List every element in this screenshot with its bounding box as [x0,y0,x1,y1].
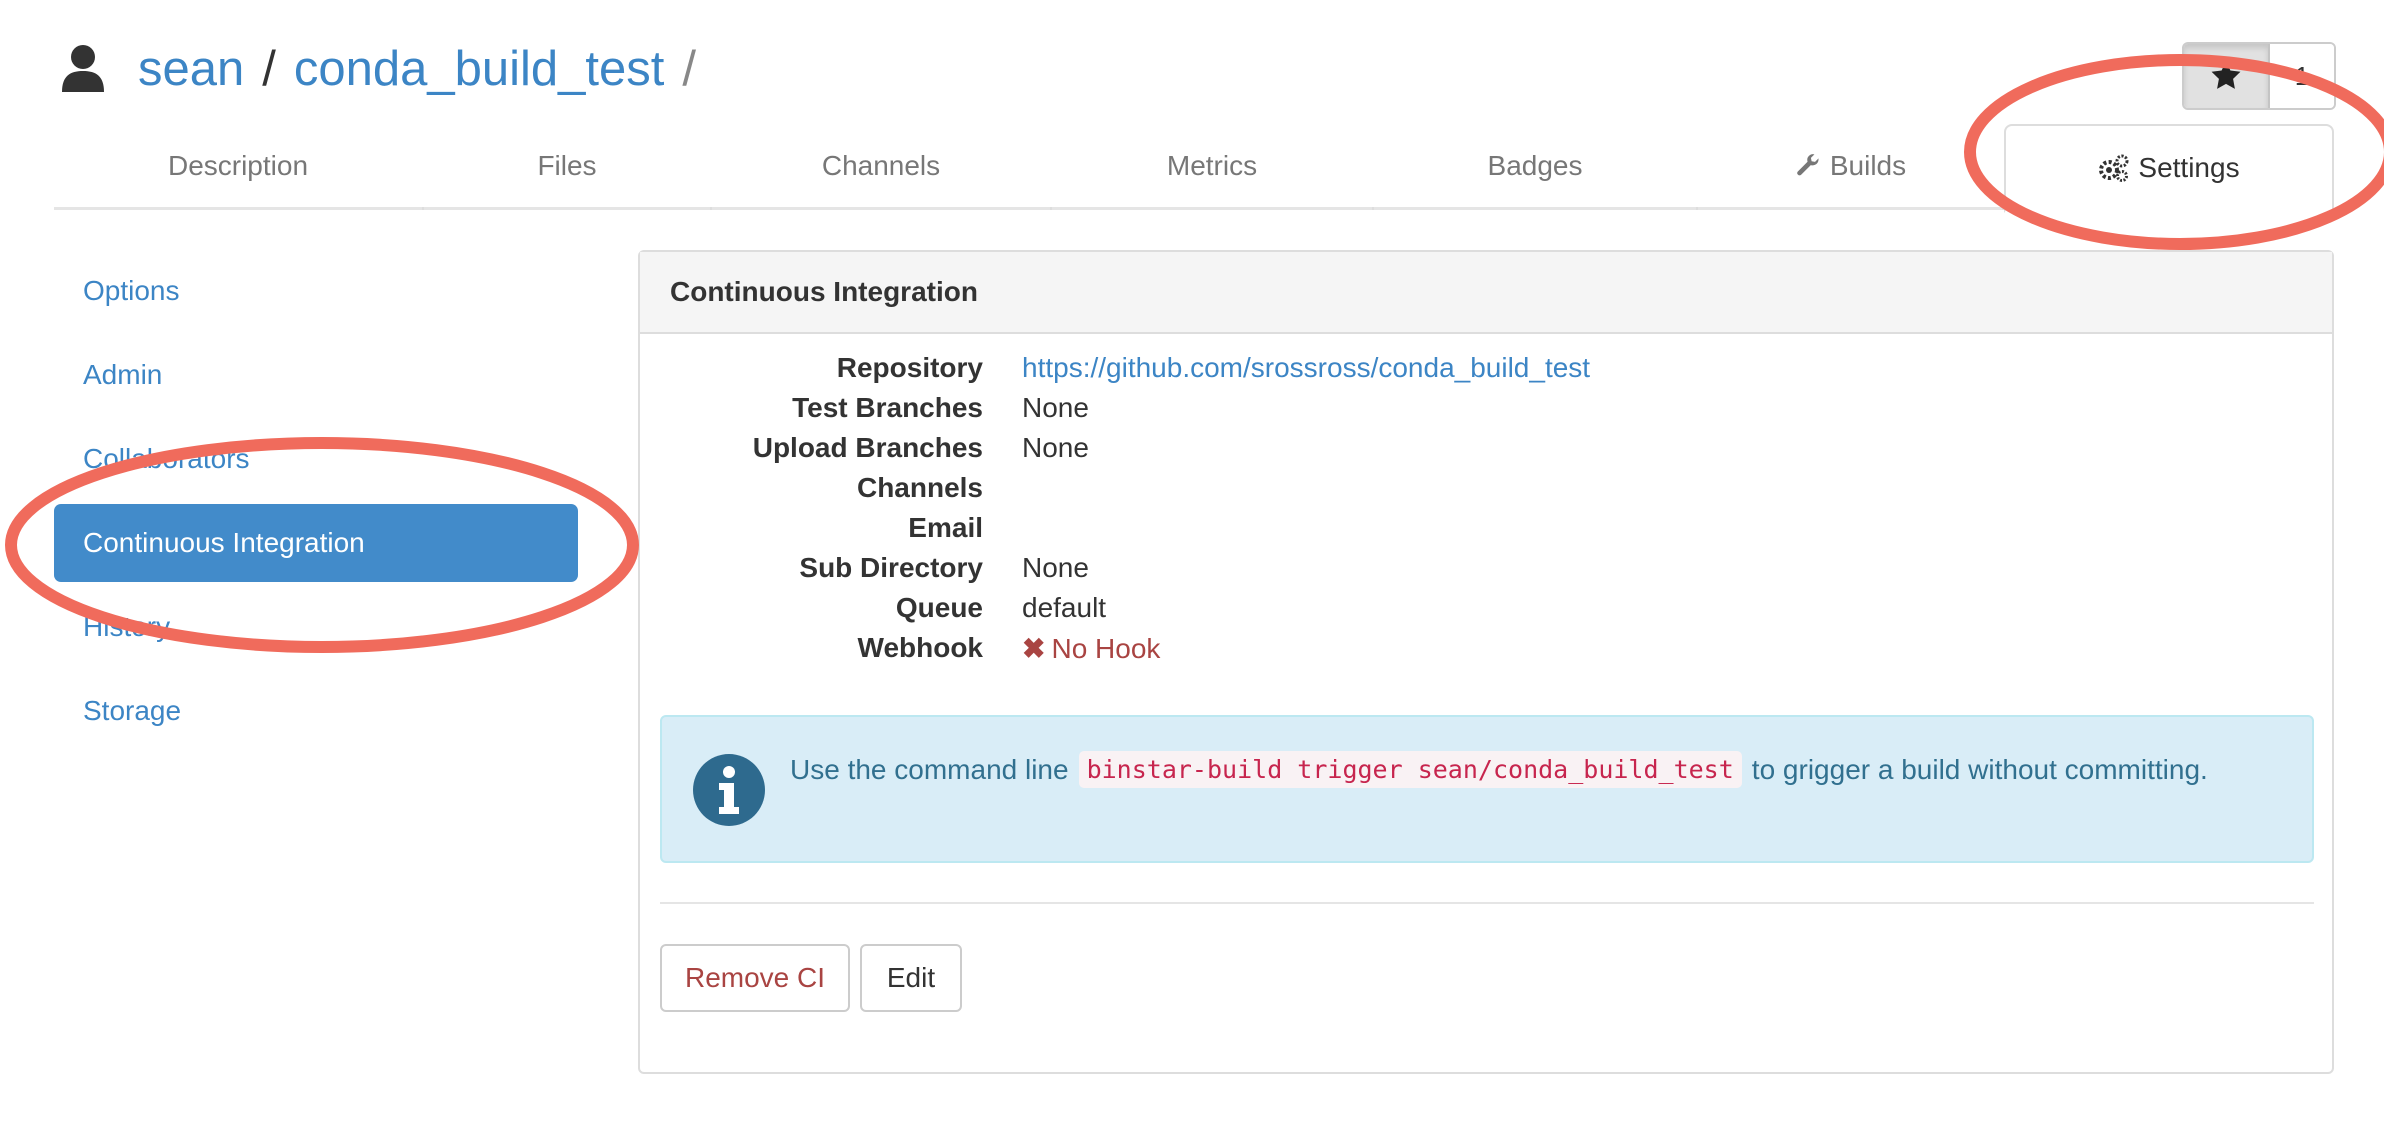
star-icon [2211,61,2241,89]
breadcrumb-trailing-separator: / [682,42,697,96]
property-value: None [1022,392,1089,423]
property-value: default [1022,592,1107,623]
sidebar-item-admin[interactable]: Admin [54,336,578,414]
sidebar-item-label: Collaborators [83,443,250,474]
sidebar-item-history[interactable]: History [54,588,578,666]
tab-settings-label: Settings [2138,152,2240,183]
property-value: None [1022,432,1089,463]
repository-link[interactable]: https://github.com/srossross/conda_build… [1022,352,1590,384]
star-group: 1 [2182,42,2336,110]
tab-badges-label: Badges [1487,149,1583,181]
property-row: Repository https://github.com/srossross/… [640,352,2332,392]
sidebar-item-continuous-integration[interactable]: Continuous Integration [54,504,578,582]
edit-button[interactable]: Edit [860,944,962,1012]
property-row: Upload Branches None [640,432,2332,472]
ci-panel: Continuous Integration Repository https:… [638,250,2334,1074]
property-key: Channels [856,472,983,503]
gears-icon [2099,154,2129,182]
property-key: Webhook [857,632,983,663]
sidebar-item-label: Storage [83,695,182,726]
alert-suffix: to grigger a build without committing. [1751,753,2208,785]
property-key: Email [908,512,983,543]
tab-description[interactable]: Description [54,124,422,210]
breadcrumb: sean / conda_build_test / [60,34,696,104]
property-value: None [1022,552,1089,583]
tab-channels-label: Channels [821,149,941,181]
tab-metrics[interactable]: Metrics [1052,124,1372,210]
breadcrumb-user-link[interactable]: sean [138,41,244,97]
sidebar-item-storage[interactable]: Storage [54,672,578,750]
breadcrumb-separator: / [262,42,276,96]
alert-message: Use the command line binstar-build trigg… [790,751,2208,788]
sidebar-item-label: History [83,611,171,642]
sidebar-item-collaborators[interactable]: Collaborators [54,420,578,498]
tab-builds[interactable]: Builds [1698,124,2002,210]
sidebar-item-options[interactable]: Options [54,252,578,330]
info-icon [693,754,765,826]
trigger-command: binstar-build trigger sean/conda_build_t… [1078,751,1742,788]
tab-builds-label: Builds [1829,149,1907,181]
page: sean / conda_build_test / 1 Description … [0,0,2384,1134]
property-row: Email [640,512,2332,552]
tab-description-label: Description [167,149,309,181]
property-key: Repository [836,352,983,383]
sidebar-item-label: Continuous Integration [83,527,365,558]
x-icon: ✖ [1022,633,1046,664]
user-icon [62,45,104,92]
tab-channels[interactable]: Channels [712,124,1050,210]
tab-metrics-label: Metrics [1166,149,1258,181]
webhook-status: ✖ No Hook [1022,632,1160,665]
panel-title: Continuous Integration [640,252,2332,334]
property-row: Test Branches None [640,392,2332,432]
wrench-icon [1797,153,1819,175]
property-key: Sub Directory [799,552,983,583]
tab-files[interactable]: Files [424,124,710,210]
divider [660,902,2314,904]
star-count: 1 [2270,44,2334,108]
tab-files-label: Files [537,149,597,181]
webhook-status-label: No Hook [1051,633,1161,664]
alert-prefix: Use the command line [790,753,1069,785]
property-row: Sub Directory None [640,552,2332,592]
sidebar-item-label: Admin [83,359,163,390]
info-alert: Use the command line binstar-build trigg… [660,715,2314,863]
property-key: Upload Branches [752,432,983,463]
package-tabs: Description Files Channels Metrics Badge… [54,124,2334,213]
breadcrumb-repo-link[interactable]: conda_build_test [294,41,665,97]
property-key: Queue [895,592,983,623]
star-button[interactable] [2184,44,2270,108]
tab-settings[interactable]: Settings [2004,124,2334,213]
sidebar-item-label: Options [83,275,180,306]
property-row: Webhook ✖ No Hook [640,632,2332,672]
tab-badges[interactable]: Badges [1374,124,1696,210]
remove-ci-button[interactable]: Remove CI [660,944,850,1012]
property-key: Test Branches [792,392,983,423]
property-row: Channels [640,472,2332,512]
property-row: Queue default [640,592,2332,632]
ci-properties: Repository https://github.com/srossross/… [640,352,2332,672]
